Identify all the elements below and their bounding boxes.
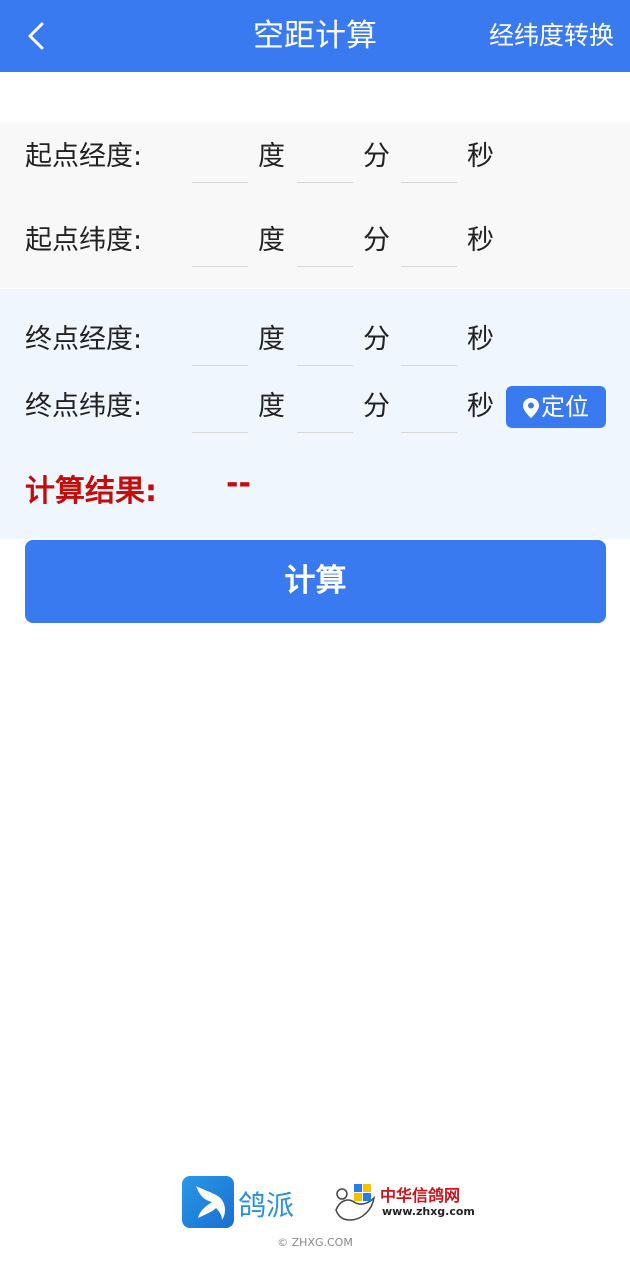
- minute-unit: 分: [363, 324, 390, 355]
- result-value: --: [226, 466, 251, 501]
- zhxg-logo-url: www.zhxg.com: [382, 1205, 475, 1218]
- calculate-button[interactable]: 计算: [25, 540, 606, 623]
- end-latitude-minute-input[interactable]: [297, 383, 353, 433]
- end-latitude-row: 终点纬度: 度 分 秒 定位: [0, 377, 630, 437]
- end-latitude-degree-input[interactable]: [192, 383, 248, 433]
- back-button[interactable]: [18, 16, 58, 56]
- start-latitude-label: 起点纬度:: [25, 225, 143, 256]
- locate-button[interactable]: 定位: [506, 386, 606, 428]
- start-longitude-label: 起点经度:: [25, 141, 143, 172]
- minute-unit: 分: [363, 141, 390, 172]
- result-label: 计算结果:: [25, 474, 157, 509]
- start-latitude-minute-input[interactable]: [297, 217, 353, 267]
- end-latitude-second-input[interactable]: [401, 383, 457, 433]
- start-longitude-second-input[interactable]: [401, 133, 457, 183]
- minute-unit: 分: [363, 225, 390, 256]
- minute-unit: 分: [363, 391, 390, 422]
- location-pin-icon: [523, 398, 539, 418]
- coordinate-convert-link[interactable]: 经纬度转换: [489, 0, 614, 72]
- start-latitude-second-input[interactable]: [401, 217, 457, 267]
- end-longitude-degree-input[interactable]: [192, 316, 248, 366]
- start-latitude-row: 起点纬度: 度 分 秒: [0, 211, 630, 271]
- start-latitude-degree-input[interactable]: [192, 217, 248, 267]
- end-longitude-label: 终点经度:: [25, 324, 143, 355]
- start-longitude-minute-input[interactable]: [297, 133, 353, 183]
- end-longitude-row: 终点经度: 度 分 秒: [0, 310, 630, 370]
- second-unit: 秒: [467, 141, 494, 172]
- degree-unit: 度: [258, 141, 285, 172]
- start-longitude-row: 起点经度: 度 分 秒: [0, 127, 630, 187]
- second-unit: 秒: [467, 225, 494, 256]
- degree-unit: 度: [258, 225, 285, 256]
- zhxg-logo-text: 中华信鸽网: [380, 1186, 461, 1205]
- start-point-section: 起点经度: 度 分 秒 起点纬度: 度 分 秒: [0, 122, 630, 288]
- end-longitude-minute-input[interactable]: [297, 316, 353, 366]
- degree-unit: 度: [258, 391, 285, 422]
- locate-button-label: 定位: [541, 393, 589, 421]
- second-unit: 秒: [467, 391, 494, 422]
- pigeonpai-logo: 鸽派: [182, 1176, 302, 1228]
- top-bar: 空距计算 经纬度转换: [0, 0, 630, 72]
- footer-logos: 鸽派 中华信鸽网 www.zhxg.com: [0, 1174, 630, 1230]
- pigeon-icon: [182, 1176, 234, 1228]
- copyright-text: © ZHXG.COM: [277, 1236, 353, 1249]
- zhxg-emblem-icon: [335, 1184, 376, 1221]
- second-unit: 秒: [467, 324, 494, 355]
- pigeonpai-logo-text: 鸽派: [238, 1189, 295, 1222]
- degree-unit: 度: [258, 324, 285, 355]
- zhxg-logo: 中华信鸽网 www.zhxg.com: [332, 1180, 475, 1226]
- end-longitude-second-input[interactable]: [401, 316, 457, 366]
- start-longitude-degree-input[interactable]: [192, 133, 248, 183]
- chevron-left-icon: [28, 22, 44, 50]
- end-latitude-label: 终点纬度:: [25, 391, 143, 422]
